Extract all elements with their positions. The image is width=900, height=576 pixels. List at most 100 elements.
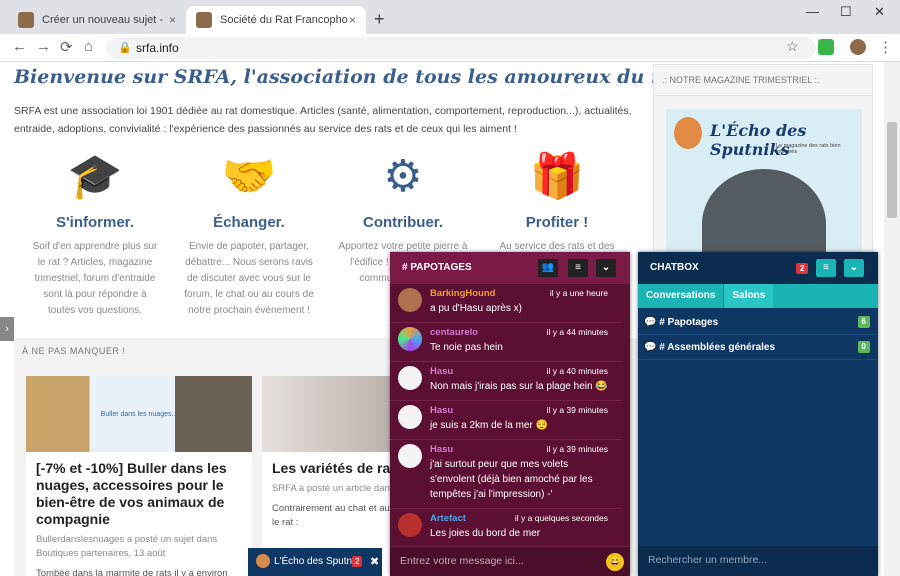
magazine-sidebar: .: NOTRE MAGAZINE TRIMESTRIEL :. L'Écho … — [653, 64, 873, 264]
close-window-button[interactable]: ✕ — [874, 4, 885, 20]
graduation-cap-icon: 🎓 — [67, 152, 123, 201]
tab-conversations[interactable]: Conversations — [638, 284, 723, 308]
avatar[interactable] — [398, 444, 422, 468]
message-text: j'ai surtout peur que mes volets s'envol… — [430, 459, 593, 500]
message-time: il y a quelques secondes — [514, 513, 608, 523]
tab-title: Créer un nouveau sujet - :: SRFA — [42, 14, 166, 26]
section-title: À NE PAS MANQUER ! — [22, 346, 126, 356]
minimized-chat-title: L'Écho des Sputn... — [274, 556, 361, 567]
feature-desc: Envie de papoter, partager, débattre... … — [184, 241, 314, 316]
page-scrollbar[interactable] — [884, 62, 900, 576]
extension-check-icon[interactable] — [818, 39, 834, 55]
feature-inform[interactable]: 🎓 S'informer. Soif d'en apprendre plus s… — [30, 148, 160, 319]
sidebar-title: .: NOTRE MAGAZINE TRIMESTRIEL :. — [654, 65, 872, 96]
side-panel-toggle[interactable]: › — [0, 317, 14, 341]
feature-desc: Soif d'en apprendre plus sur le rat ? Ar… — [32, 241, 158, 316]
tab-srfa-home[interactable]: Société du Rat Francophone et d × — [186, 6, 366, 34]
room-name: # Papotages — [659, 317, 719, 328]
feature-title: Échanger. — [213, 214, 285, 231]
close-tab-icon[interactable]: × — [349, 13, 356, 27]
chat-message: BarkingHound il y a une heure a pu d'Has… — [390, 284, 622, 323]
chat-header: # PAPOTAGES 👥 ≡ ⌄ — [390, 252, 630, 284]
lock-icon: 🔒 — [118, 42, 132, 54]
maximize-button[interactable]: ☐ — [840, 4, 852, 20]
article-title[interactable]: [-7% et -10%] Buller dans les nuages, ac… — [26, 452, 252, 530]
chat-title: # PAPOTAGES — [402, 262, 472, 273]
chatbox-header[interactable]: CHATBOX 2 ≡ ⌄ — [638, 252, 878, 284]
avatar[interactable] — [398, 366, 422, 390]
forward-icon[interactable]: → — [36, 38, 51, 55]
chat-message-input[interactable]: Entrez votre message ici... 😄 — [390, 546, 630, 576]
address-bar[interactable]: 🔒 srfa.info — [106, 37, 816, 59]
url-text: srfa.info — [136, 41, 179, 55]
handshake-icon: 🤝 — [221, 152, 277, 201]
input-placeholder: Entrez votre message ici... — [400, 555, 524, 567]
article-card[interactable]: Buller dans les nuages... [-7% et -10%] … — [26, 376, 252, 576]
tab-create-topic[interactable]: Créer un nouveau sujet - :: SRFA × — [8, 6, 186, 34]
chevron-down-icon[interactable]: ⌄ — [844, 259, 864, 277]
srfa-favicon-icon — [196, 12, 212, 28]
bookmark-star-icon[interactable]: ☆ — [786, 38, 799, 55]
chat-message: centaurelo il y a 44 minutes Te noie pas… — [390, 323, 622, 362]
tab-title: Société du Rat Francophone et d — [220, 14, 348, 26]
magazine-cover[interactable]: L'Écho des Sputniks Le magazine des rats… — [666, 109, 862, 259]
profile-avatar[interactable] — [850, 39, 866, 55]
message-text: a pu d'Hasu après x) — [430, 303, 522, 314]
chevron-down-icon[interactable]: ⌄ — [596, 259, 616, 277]
avatar[interactable] — [398, 327, 422, 351]
feature-title: Profiter ! — [525, 214, 589, 231]
list-icon[interactable]: ≡ — [816, 259, 836, 277]
chatbox-title: CHATBOX — [650, 262, 699, 273]
close-tab-icon[interactable]: × — [169, 13, 176, 27]
room-item[interactable]: 💬 # Papotages 6 — [638, 310, 878, 335]
avatar — [256, 554, 270, 568]
chat-message: Hasu il y a 40 minutes Non mais j'irais … — [390, 362, 622, 401]
gift-icon: 🎁 — [529, 152, 585, 201]
gears-icon: ⚙ — [383, 151, 423, 201]
message-time: il y a 40 minutes — [546, 366, 608, 376]
avatar[interactable] — [398, 513, 422, 537]
feature-title: Contribuer. — [362, 214, 443, 231]
message-time: il y a 39 minutes — [546, 444, 608, 454]
list-icon[interactable]: ≡ — [568, 259, 588, 277]
message-time: il y a 39 minutes — [546, 405, 608, 415]
tab-salons[interactable]: Salons — [723, 284, 774, 308]
close-icon[interactable]: ✖ — [370, 548, 379, 576]
unread-badge: 2 — [796, 263, 809, 274]
chat-message: Hasu il y a 39 minutes j'ai surtout peur… — [390, 440, 622, 509]
feature-enjoy[interactable]: 🎁 Profiter ! Au service des rats et des — [492, 148, 622, 255]
avatar[interactable] — [398, 288, 422, 312]
message-text: Non mais j'irais pas sur la plage hein 😂 — [430, 381, 608, 392]
avatar[interactable] — [398, 405, 422, 429]
article-excerpt: Tombée dans la marmite de rats il y a en… — [36, 568, 228, 576]
home-icon[interactable]: ⌂ — [84, 38, 93, 55]
message-time: il y a une heure — [549, 288, 608, 298]
browser-menu-icon[interactable]: ⋮ — [878, 38, 893, 56]
scrollbar-thumb[interactable] — [887, 122, 897, 218]
chat-messages[interactable]: BarkingHound il y a une heure a pu d'Has… — [390, 284, 622, 546]
minimized-chat-tab[interactable]: L'Écho des Sputn... 2 ✖ — [248, 548, 382, 576]
browser-tab-bar: Créer un nouveau sujet - :: SRFA × Socié… — [0, 0, 900, 34]
back-icon[interactable]: ← — [12, 38, 27, 55]
feature-exchange[interactable]: 🤝 Échanger. Envie de papoter, partager, … — [184, 148, 314, 319]
thumbnail-caption: Buller dans les nuages... — [100, 410, 178, 418]
article-thumbnail: Buller dans les nuages... — [26, 376, 252, 452]
reload-icon[interactable]: ⟳ — [60, 38, 73, 56]
intro-text: SRFA est une association loi 1901 dédiée… — [14, 105, 632, 135]
member-search-input[interactable]: Rechercher un membre... — [638, 546, 878, 576]
room-icon: 💬 — [644, 342, 660, 353]
magazine-subtitle: Le magazine des rats bien informés — [776, 143, 841, 155]
message-text: Les joies du bord de mer — [430, 528, 541, 539]
emoji-picker-icon[interactable]: 😄 — [606, 553, 624, 571]
chat-window-papotages: # PAPOTAGES 👥 ≡ ⌄ BarkingHound il y a un… — [390, 252, 630, 576]
feature-title: S'informer. — [56, 214, 134, 231]
new-tab-button[interactable]: + — [374, 9, 385, 30]
members-icon[interactable]: 👥 — [538, 259, 558, 277]
room-item[interactable]: 💬 # Assemblées générales 0 — [638, 335, 878, 360]
message-text: je suis a 2km de la mer 😌 — [430, 420, 549, 431]
chatbox-panel: CHATBOX 2 ≡ ⌄ Conversations Salons 💬 # Pa… — [638, 252, 878, 576]
minimize-button[interactable]: — — [806, 4, 819, 19]
browser-toolbar: ← → ⟳ ⌂ 🔒 srfa.info ☆ ⋮ — [0, 34, 900, 62]
srfa-favicon-icon — [18, 12, 34, 28]
article-meta: Bullerdanslesnuages a posté un sujet dan… — [36, 534, 218, 559]
